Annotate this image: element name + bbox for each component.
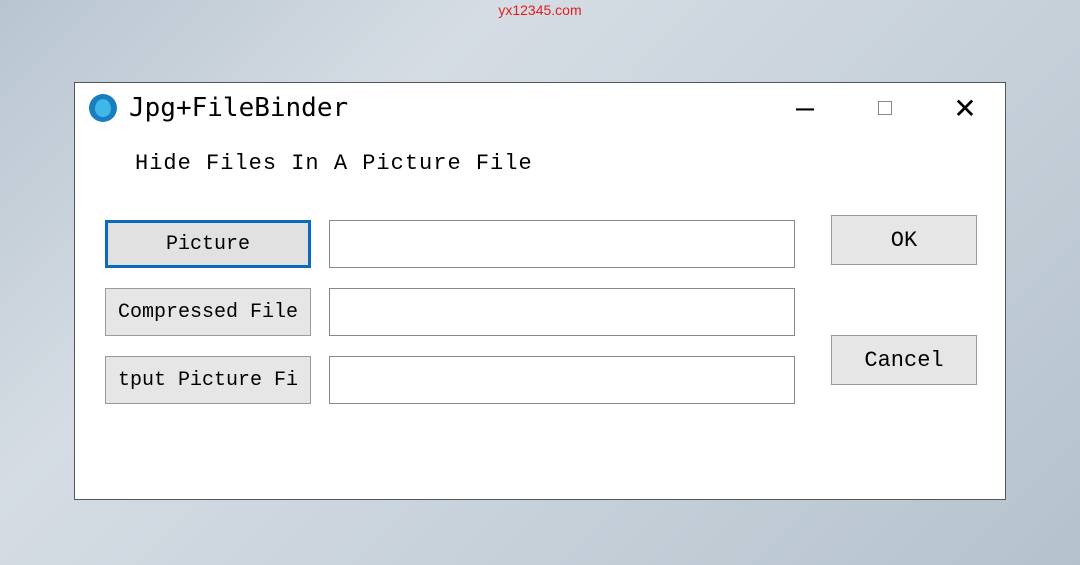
ok-button[interactable]: OK xyxy=(831,215,977,265)
window-controls: — ✕ xyxy=(765,83,1005,133)
app-icon xyxy=(89,94,117,122)
minimize-button[interactable]: — xyxy=(765,83,845,133)
output-picture-input[interactable] xyxy=(329,356,795,404)
output-picture-button[interactable]: tput Picture Fi xyxy=(105,356,311,404)
skull-icon xyxy=(95,99,111,117)
heading-text: Hide Files In A Picture File xyxy=(135,151,975,176)
window-title: Jpg+FileBinder xyxy=(129,93,765,123)
picture-button[interactable]: Picture xyxy=(105,220,311,268)
picture-input[interactable] xyxy=(329,220,795,268)
maximize-button[interactable] xyxy=(845,83,925,133)
watermark-text: yx12345.com xyxy=(498,2,581,18)
cancel-button[interactable]: Cancel xyxy=(831,335,977,385)
app-window: Jpg+FileBinder — ✕ Hide Files In A Pictu… xyxy=(74,82,1006,500)
close-button[interactable]: ✕ xyxy=(925,83,1005,133)
maximize-icon xyxy=(878,101,892,115)
compressed-file-input[interactable] xyxy=(329,288,795,336)
client-area: Hide Files In A Picture File Picture Com… xyxy=(75,133,1005,499)
titlebar: Jpg+FileBinder — ✕ xyxy=(75,83,1005,133)
compressed-file-button[interactable]: Compressed File xyxy=(105,288,311,336)
action-buttons: OK Cancel xyxy=(831,215,977,385)
